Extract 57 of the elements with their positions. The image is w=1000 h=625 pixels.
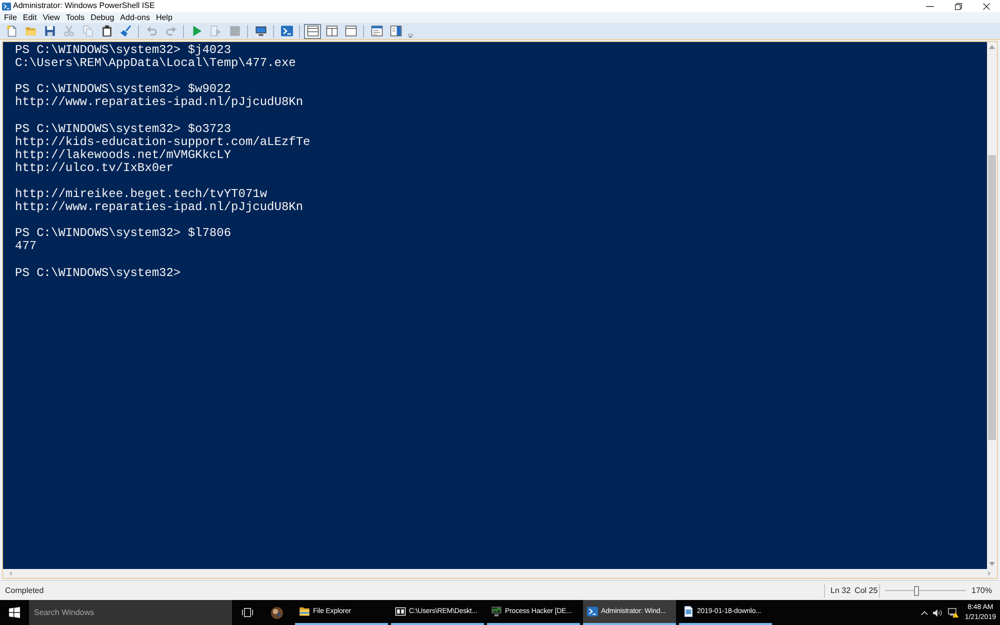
column-number: Col 25 [854, 586, 878, 596]
clipboard-icon[interactable] [100, 25, 112, 37]
console-line: PS C:\WINDOWS\system32> $j4023 [15, 44, 232, 57]
terminal-icon [587, 606, 598, 617]
terminal-icon[interactable] [280, 25, 292, 37]
vertical-scrollbar[interactable] [987, 42, 997, 569]
zoom-slider-thumb[interactable] [914, 586, 920, 596]
console-line: PS C:\WINDOWS\system32> $o3723 [15, 122, 232, 136]
chevron-down-icon[interactable] [408, 34, 413, 38]
console-line: http://kids-education-support.com/aLEzfTe [15, 136, 310, 149]
menu-item[interactable]: Add-ons [117, 12, 153, 22]
split-vertical-icon [326, 25, 338, 37]
new-file-icon[interactable] [6, 25, 18, 37]
menu-item[interactable]: File [1, 12, 20, 22]
document-icon [683, 606, 694, 617]
speaker-icon[interactable] [932, 608, 943, 616]
monitor-icon[interactable] [254, 25, 266, 37]
console-line: http://www.reparaties-ipad.nl/pJjcudU8Kn [15, 201, 304, 214]
console-line: PS C:\WINDOWS\system32> [15, 266, 181, 280]
monitor-icon [491, 606, 502, 617]
console-line: http://www.reparaties-ipad.nl/pJjcudU8Kn [15, 96, 304, 110]
single-pane-icon [344, 25, 356, 37]
window-list-icon[interactable] [370, 25, 382, 37]
menu-item[interactable]: View [40, 12, 63, 22]
menu-item[interactable]: Help [152, 12, 176, 22]
close-icon[interactable] [982, 2, 990, 10]
search-field[interactable]: Search Windows [29, 600, 232, 625]
console-line: C:\Users\REM\AppData\Local\Temp\477.exe [15, 57, 296, 70]
console-line: http://ulco.tv/IxBx0er [15, 162, 174, 175]
console-line: http://lakewoods.net/mVMGKkcLY [15, 148, 232, 162]
menu-item[interactable]: Edit [20, 12, 40, 22]
zoom-slider[interactable] [884, 586, 966, 596]
menu-item[interactable]: Debug [88, 12, 118, 22]
sphere-icon[interactable] [271, 606, 283, 618]
console-line: http://mireikee.beget.tech/tvYT071w [15, 188, 268, 202]
archive-icon [395, 606, 406, 617]
side-panel-icon[interactable] [390, 25, 402, 37]
scrollbar-thumb[interactable] [988, 155, 996, 440]
restore-icon[interactable] [954, 2, 962, 10]
console-line: PS C:\WINDOWS\system32> $l7806 [15, 227, 232, 240]
line-number: Ln 32 [830, 586, 851, 596]
zoom-percent: 170% [972, 586, 992, 596]
chevron-up-icon[interactable] [920, 610, 928, 614]
console-line: PS C:\WINDOWS\system32> $w9022 [15, 83, 232, 96]
status-message: Completed [5, 586, 44, 596]
folder-icon [299, 606, 310, 617]
broom-icon[interactable] [120, 25, 132, 37]
pane-layout-button[interactable] [304, 24, 321, 38]
save-icon[interactable] [44, 25, 56, 37]
windows-logo-icon[interactable] [9, 607, 20, 618]
play-icon[interactable] [190, 25, 202, 37]
menu-item[interactable]: Tools [62, 12, 88, 22]
window-title: Administrator: Windows PowerShell ISE [13, 1, 155, 11]
console-line: 477 [15, 240, 37, 254]
split-horizontal-icon [306, 25, 318, 37]
network-warning-icon[interactable] [948, 608, 959, 618]
task-view-icon[interactable] [242, 608, 252, 617]
